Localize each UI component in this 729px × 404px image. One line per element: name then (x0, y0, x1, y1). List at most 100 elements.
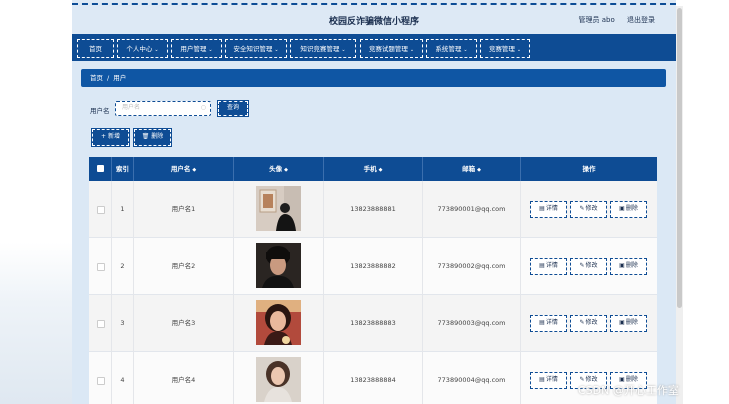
sort-icon: ◆ (284, 167, 288, 173)
top-dashed-border (72, 3, 676, 5)
index-cell: 1 (112, 181, 134, 238)
avatar (256, 186, 301, 231)
nav-item-system-management[interactable]: 系统管理 ⌄ (426, 39, 477, 58)
table-header: 索引 用户名 ◆ 头像 ◆ 手机 ◆ 邮箱 ◆ 操作 (89, 157, 657, 181)
nav-item-user-management[interactable]: 用户管理 ⌄ (171, 39, 222, 58)
vertical-scrollbar[interactable] (676, 6, 683, 404)
row-checkbox[interactable] (97, 320, 105, 328)
header-phone-label: 手机 (363, 165, 377, 173)
clear-icon: ○ (200, 104, 206, 111)
nav-item-label: 竞赛管理 (488, 45, 515, 53)
delete-button[interactable]: ▣删除 (610, 315, 647, 332)
edit-icon: ✎ (579, 262, 585, 269)
main-nav: 首页 个人中心 ⌄ 用户管理 ⌄ 安全知识管理 ⌄ 知识竞赛管理 ⌄ 竞赛试题管理 ⌄ 系… (72, 34, 676, 61)
add-button-label: 新增 (107, 133, 120, 140)
nav-item-personal-center[interactable]: 个人中心 ⌄ (117, 39, 168, 58)
document-icon: ▤ (539, 319, 545, 326)
header-email-label: 邮箱 (462, 165, 476, 173)
edit-icon: ✎ (579, 319, 585, 326)
trash-icon: ▣ (619, 262, 625, 269)
email-cell: 773890004@qq.com (423, 352, 521, 404)
document-icon: ▤ (539, 205, 545, 212)
phone-cell: 13823888882 (324, 238, 423, 295)
logout-link[interactable]: 退出登录 (627, 16, 655, 24)
sort-icon: ◆ (378, 167, 383, 173)
row-checkbox[interactable] (97, 206, 105, 214)
row-select-cell (89, 238, 112, 295)
breadcrumb-home[interactable]: 首页 (90, 74, 103, 82)
sort-icon: ◆ (192, 167, 197, 173)
detail-label: 详情 (545, 262, 558, 269)
edit-button[interactable]: ✎修改 (570, 201, 607, 218)
trash-icon: ▣ (619, 205, 625, 212)
nav-item-label: 用户管理 (180, 45, 207, 53)
index-cell: 4 (112, 352, 134, 404)
index-cell: 2 (112, 238, 134, 295)
row-checkbox[interactable] (97, 263, 105, 271)
header-email[interactable]: 邮箱 ◆ (423, 157, 521, 181)
table-row: 4 用户名4 13823888884 773890004@qq.com ▤详情 … (89, 352, 657, 404)
nav-item-safety-knowledge[interactable]: 安全知识管理 ⌄ (225, 39, 287, 58)
username-cell: 用户名4 (134, 352, 234, 404)
header-avatar[interactable]: 头像 ◆ (234, 157, 324, 181)
table-row: 1 用户名1 13823888881 773890001@qq.com ▤详情 … (89, 181, 657, 238)
nav-item-contest-questions[interactable]: 竞赛试题管理 ⌄ (360, 39, 423, 58)
detail-button[interactable]: ▤详情 (530, 258, 567, 275)
edit-label: 修改 (585, 205, 598, 212)
breadcrumb-current: 用户 (113, 74, 127, 82)
header-index-label: 索引 (116, 165, 129, 173)
index-cell: 3 (112, 295, 134, 352)
row-select-cell (89, 181, 112, 238)
row-checkbox[interactable] (97, 377, 105, 385)
detail-label: 详情 (545, 205, 558, 212)
detail-label: 详情 (545, 376, 558, 383)
search-input[interactable]: 用户名 ○ (115, 101, 211, 116)
add-button[interactable]: + 新增 (91, 128, 130, 147)
delete-button[interactable]: ▣删除 (610, 258, 647, 275)
breadcrumb: 首页 / 用户 (81, 69, 666, 87)
row-select-cell (89, 352, 112, 404)
nav-item-label: 系统管理 (435, 45, 462, 53)
delete-label: 删除 (625, 262, 638, 269)
edit-button[interactable]: ✎修改 (570, 315, 607, 332)
document-icon: ▤ (539, 376, 545, 383)
background-left (0, 0, 72, 404)
table-row: 3 用户名3 13823888883 773890003@qq.com ▤详情 … (89, 295, 657, 352)
header-username[interactable]: 用户名 ◆ (134, 157, 234, 181)
phone-cell: 13823888884 (324, 352, 423, 404)
nav-item-contest-management[interactable]: 竞赛管理 ⌄ (480, 39, 530, 58)
email-cell: 773890001@qq.com (423, 181, 521, 238)
edit-button[interactable]: ✎修改 (570, 258, 607, 275)
detail-button[interactable]: ▤详情 (530, 372, 567, 389)
username-cell: 用户名2 (134, 238, 234, 295)
search-button[interactable]: 查询 (217, 100, 249, 117)
chevron-down-icon: ⌄ (516, 47, 522, 53)
header-select-all[interactable] (89, 157, 112, 181)
email-cell: 773890003@qq.com (423, 295, 521, 352)
detail-button[interactable]: ▤详情 (530, 201, 567, 218)
nav-item-knowledge-contest[interactable]: 知识竞赛管理 ⌄ (290, 39, 356, 58)
admin-info: 管理员 abo 退出登录 (569, 15, 655, 25)
delete-button[interactable]: ▣删除 (610, 201, 647, 218)
scrollbar-thumb[interactable] (677, 8, 682, 308)
sort-icon: ◆ (477, 167, 481, 173)
row-select-cell (89, 295, 112, 352)
top-bar: 校园反诈骗微信小程序 管理员 abo 退出登录 (72, 0, 676, 34)
chevron-down-icon: ⌄ (341, 47, 346, 53)
batch-delete-button[interactable]: 🗑 删除 (133, 128, 172, 147)
trash-icon: 🗑 (141, 133, 152, 140)
avatar (256, 243, 301, 288)
nav-item-home[interactable]: 首页 (77, 39, 114, 58)
document-icon: ▤ (539, 262, 545, 269)
header-phone[interactable]: 手机 ◆ (324, 157, 423, 181)
header-index: 索引 (112, 157, 134, 181)
select-all-checkbox[interactable] (97, 165, 104, 172)
admin-label: 管理员 abo (578, 16, 615, 24)
header-avatar-label: 头像 (269, 165, 283, 173)
chevron-down-icon: ⌄ (409, 47, 415, 53)
detail-button[interactable]: ▤详情 (530, 315, 567, 332)
search-label: 用户名 (90, 107, 110, 115)
phone-cell: 13823888881 (324, 181, 423, 238)
batch-delete-label: 删除 (151, 133, 164, 140)
username-cell: 用户名1 (134, 181, 234, 238)
